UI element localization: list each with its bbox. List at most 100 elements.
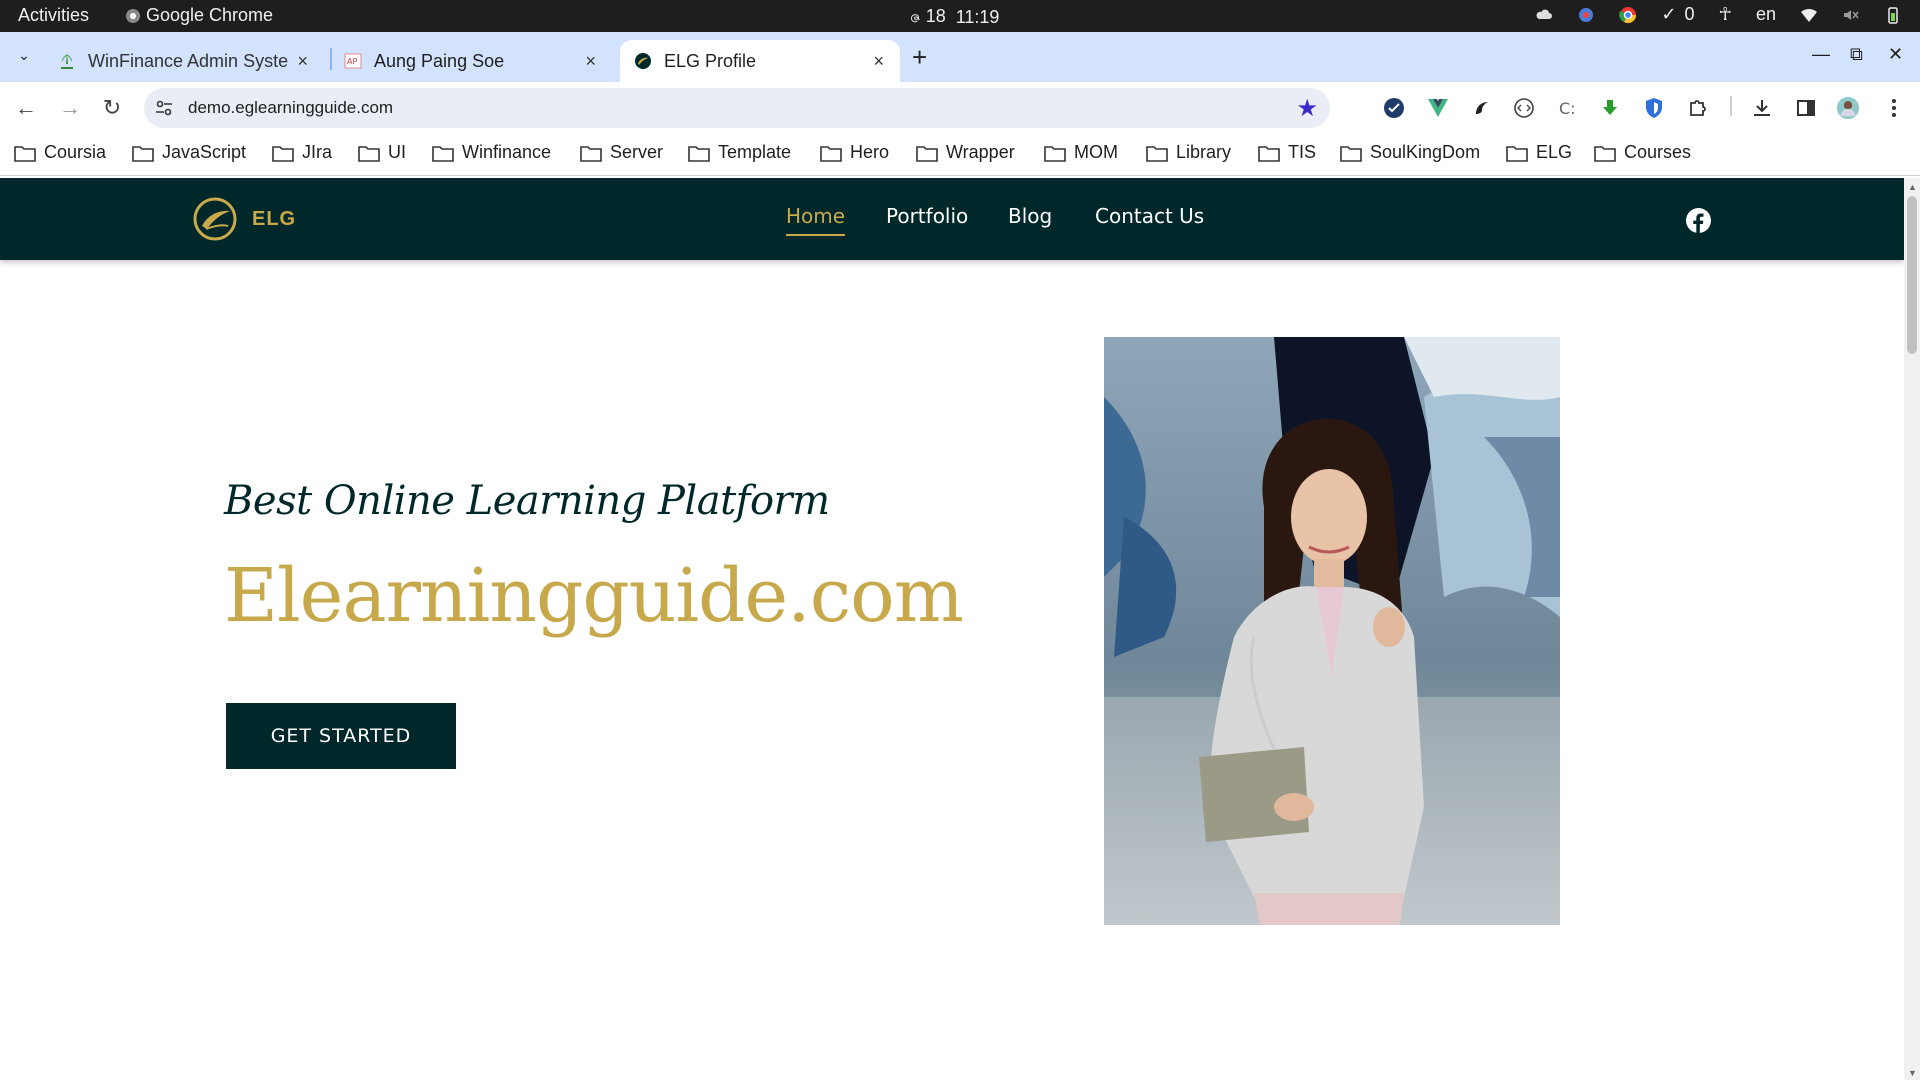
side-panel-icon[interactable] bbox=[1794, 96, 1818, 120]
bookmark-folder-library[interactable]: Library bbox=[1146, 142, 1231, 163]
app-tray-icon[interactable] bbox=[1577, 6, 1595, 24]
clock[interactable]: ဇ 18 11:19 bbox=[910, 4, 999, 31]
bookmark-label: Template bbox=[718, 142, 792, 162]
check-extension-icon[interactable] bbox=[1382, 96, 1406, 120]
folder-icon bbox=[1258, 145, 1280, 162]
hero-portrait-image bbox=[1104, 337, 1560, 925]
bookmark-folder-mom[interactable]: MOM bbox=[1044, 142, 1118, 163]
bookmark-label: Coursia bbox=[44, 142, 107, 162]
activities-button[interactable]: Activities bbox=[18, 5, 89, 26]
updates-indicator[interactable]: ✓ 0 bbox=[1661, 4, 1694, 25]
bookmark-label: Library bbox=[1176, 142, 1232, 162]
bookmark-folder-courses[interactable]: Courses bbox=[1594, 142, 1691, 163]
scroll-up-arrow-icon[interactable]: ▲ bbox=[1908, 182, 1917, 192]
extensions-puzzle-icon[interactable] bbox=[1686, 96, 1710, 120]
bookmark-folder-ui[interactable]: UI bbox=[358, 142, 406, 163]
bookmark-folder-server[interactable]: Server bbox=[580, 142, 663, 163]
url-text[interactable]: demo.eglearningguide.com bbox=[188, 98, 393, 118]
elg-logo-icon bbox=[193, 197, 237, 241]
bookmark-folder-elg[interactable]: ELG bbox=[1506, 142, 1572, 163]
folder-icon bbox=[820, 145, 842, 162]
bookmark-folder-tis[interactable]: TIS bbox=[1258, 142, 1316, 163]
bookmarks-bar: Coursia JavaScript JIra UI Winfinance Se… bbox=[0, 134, 1920, 176]
bookmark-folder-hero[interactable]: Hero bbox=[820, 142, 889, 163]
logo-text: ELG bbox=[252, 207, 297, 230]
app-name: Google Chrome bbox=[146, 5, 274, 25]
extension-swirl-icon[interactable] bbox=[1470, 96, 1494, 120]
date-label: ဇ 18 bbox=[910, 6, 946, 26]
bookmark-label: ELG bbox=[1536, 142, 1573, 162]
nav-home[interactable]: Home bbox=[786, 204, 846, 236]
bookmark-folder-coursia[interactable]: Coursia bbox=[14, 142, 106, 163]
tab-title: WinFinance Admin Syste bbox=[88, 50, 288, 71]
download-green-icon[interactable] bbox=[1598, 96, 1622, 120]
more-menu-icon[interactable] bbox=[1882, 96, 1906, 120]
facebook-icon[interactable] bbox=[1686, 208, 1711, 233]
bookmark-star-icon[interactable]: ★ bbox=[1296, 94, 1318, 123]
bookmark-label: JIra bbox=[302, 142, 333, 162]
nav-portfolio[interactable]: Portfolio bbox=[886, 204, 968, 228]
minimize-icon[interactable]: — bbox=[1812, 44, 1830, 65]
app-menu[interactable]: Google Chrome bbox=[126, 5, 273, 26]
wifi-icon[interactable] bbox=[1800, 6, 1818, 24]
bookmark-folder-soulkingdom[interactable]: SoulKingDom bbox=[1340, 142, 1480, 163]
close-tab-icon[interactable]: × bbox=[297, 51, 308, 72]
profile-avatar[interactable] bbox=[1836, 96, 1860, 120]
tab-strip: ⌄ WinFinance Admin Syste × AP Aung Paing… bbox=[0, 32, 1920, 82]
scroll-thumb[interactable] bbox=[1907, 196, 1917, 354]
hero-title: Elearningguide.com bbox=[224, 553, 964, 639]
cloud-icon[interactable] bbox=[1535, 6, 1553, 24]
close-tab-icon[interactable]: × bbox=[873, 51, 884, 72]
folder-icon bbox=[1594, 145, 1616, 162]
vue-devtools-icon[interactable] bbox=[1426, 96, 1450, 120]
reload-icon[interactable]: ↻ bbox=[98, 94, 126, 122]
winfinance-favicon-icon bbox=[61, 53, 73, 69]
bookmark-folder-javascript[interactable]: JavaScript bbox=[132, 142, 246, 163]
tab-elg-profile[interactable]: ELG Profile × bbox=[620, 40, 900, 82]
restore-icon[interactable]: ⧉ bbox=[1850, 44, 1863, 65]
nav-label: Portfolio bbox=[886, 204, 969, 228]
close-window-icon[interactable]: ✕ bbox=[1888, 44, 1903, 65]
profile-favicon-icon: AP bbox=[344, 53, 362, 69]
scroll-down-arrow-icon[interactable]: ▼ bbox=[1908, 1068, 1917, 1078]
address-bar[interactable]: demo.eglearningguide.com ★ bbox=[144, 88, 1330, 128]
folder-icon bbox=[1146, 145, 1168, 162]
accessibility-icon[interactable]: ☥ bbox=[1719, 4, 1732, 25]
bookmark-folder-template[interactable]: Template bbox=[688, 142, 791, 163]
nav-contact-us[interactable]: Contact Us bbox=[1095, 204, 1204, 228]
language-indicator[interactable]: en bbox=[1756, 4, 1776, 25]
downloads-icon[interactable] bbox=[1750, 96, 1774, 120]
css-extension-icon[interactable]: C: bbox=[1556, 96, 1580, 120]
get-started-button[interactable]: GET STARTED bbox=[226, 703, 456, 769]
bookmark-folder-winfinance[interactable]: Winfinance bbox=[432, 142, 551, 163]
chrome-icon bbox=[126, 8, 140, 23]
page-scrollbar[interactable]: ▲ ▼ bbox=[1904, 178, 1920, 1080]
check-icon: ✓ bbox=[1661, 4, 1677, 24]
folder-icon bbox=[916, 145, 938, 162]
site-logo[interactable]: ELG bbox=[192, 196, 296, 242]
close-tab-icon[interactable]: × bbox=[585, 51, 596, 72]
nav-blog[interactable]: Blog bbox=[1008, 204, 1052, 228]
nav-label: Home bbox=[786, 204, 846, 228]
code-extension-icon[interactable] bbox=[1512, 96, 1536, 120]
tab-aung-paing-soe[interactable]: AP Aung Paing Soe × bbox=[330, 40, 612, 82]
elg-favicon-icon bbox=[635, 53, 651, 69]
folder-icon bbox=[1340, 145, 1362, 162]
tab-winfinance[interactable]: WinFinance Admin Syste × bbox=[44, 40, 324, 82]
shield-icon[interactable] bbox=[1642, 96, 1666, 120]
bookmark-label: SoulKingDom bbox=[1370, 142, 1481, 162]
bookmark-folder-wrapper[interactable]: Wrapper bbox=[916, 142, 1015, 163]
back-icon[interactable]: ← bbox=[12, 94, 40, 122]
chrome-tray-icon[interactable] bbox=[1619, 6, 1637, 24]
battery-icon[interactable] bbox=[1884, 6, 1902, 24]
tab-title: Aung Paing Soe bbox=[374, 50, 505, 71]
tab-search-button[interactable]: ⌄ bbox=[10, 41, 38, 69]
forward-icon[interactable]: → bbox=[56, 94, 84, 122]
folder-icon bbox=[272, 145, 294, 162]
bookmark-label: Wrapper bbox=[946, 142, 1015, 162]
volume-muted-icon[interactable] bbox=[1842, 6, 1860, 24]
new-tab-button[interactable]: + bbox=[912, 44, 927, 70]
bookmark-folder-jira[interactable]: JIra bbox=[272, 142, 332, 163]
bookmark-label: Server bbox=[610, 142, 664, 162]
site-settings-icon[interactable] bbox=[154, 98, 174, 118]
